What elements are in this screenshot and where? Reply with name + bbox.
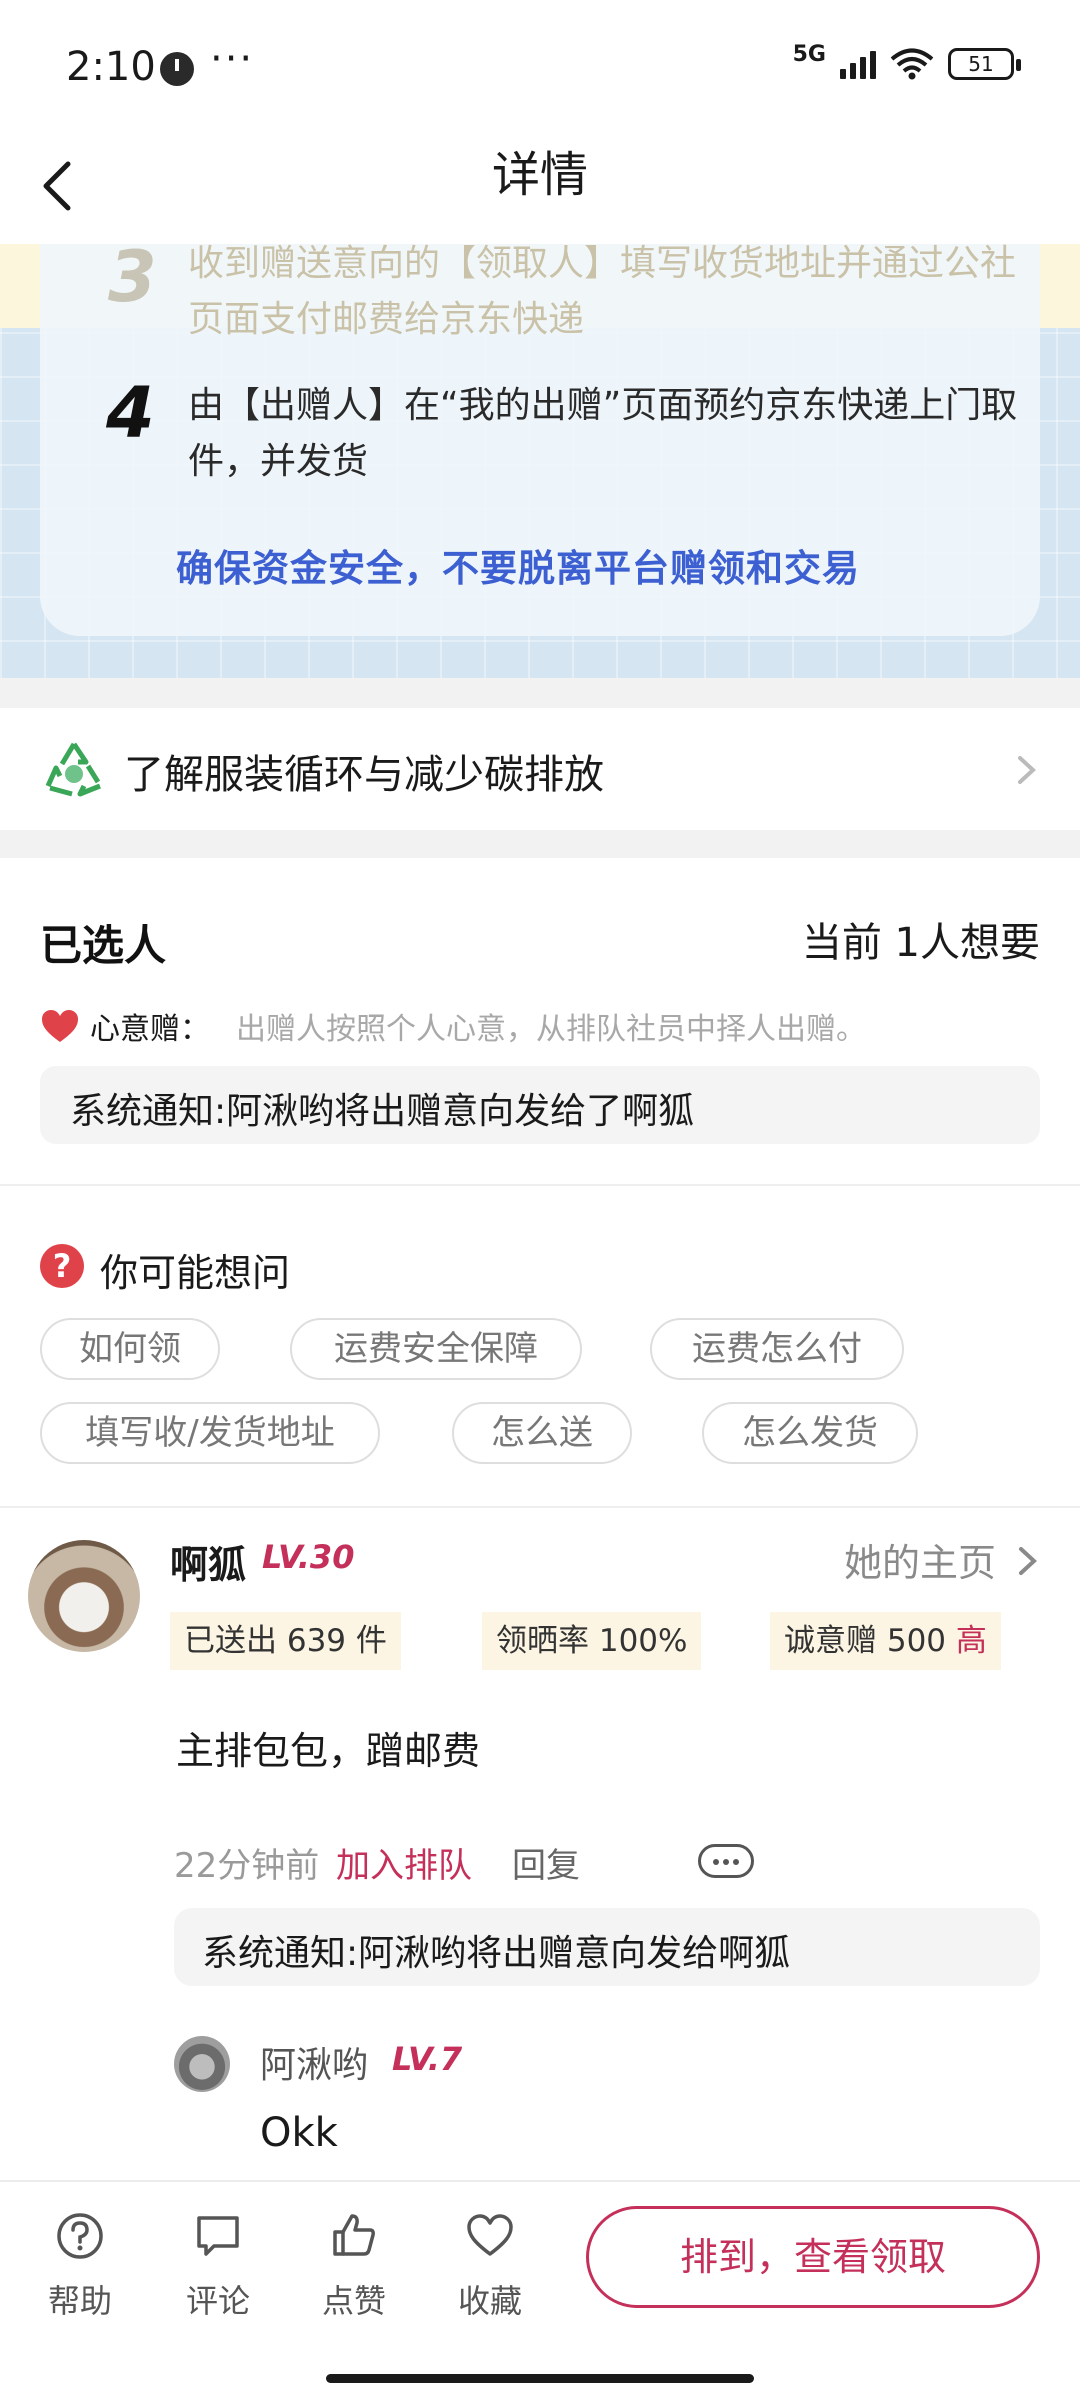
comment-text: 主排包包，蹭邮费 (176, 1729, 481, 1773)
faq-tag[interactable]: 如何领 (40, 1318, 220, 1380)
profile-link[interactable]: 她的主页 (844, 1532, 996, 1587)
more-options-icon[interactable] (698, 1844, 754, 1878)
view-claim-button[interactable]: 排到，查看领取 (586, 2206, 1040, 2308)
comment-button[interactable]: 评论 (168, 2210, 268, 2322)
eco-link-row[interactable]: 了解服装循环与减少碳排放 (0, 708, 1080, 830)
favorite-label: 收藏 (457, 2282, 522, 2320)
help-icon (57, 2213, 103, 2259)
like-label: 点赞 (321, 2282, 386, 2320)
status-time: 2:10 (66, 44, 156, 90)
gift-type-label: 心意赠： (90, 1012, 210, 1047)
question-icon: ? (40, 1244, 84, 1288)
heart-outline-icon (467, 2214, 513, 2256)
signal-icon (840, 49, 876, 79)
reply-button[interactable]: 回复 (512, 1838, 580, 1887)
stat-text: 领晒率 100% (496, 1623, 688, 1659)
avatar[interactable] (28, 1540, 140, 1652)
home-indicator[interactable] (326, 2374, 754, 2383)
wifi-icon (890, 48, 934, 80)
reply-text: Okk (260, 2110, 338, 2156)
reply-author-level: LV.7 (392, 2040, 463, 2078)
wanted-count: 当前 1人想要 (801, 920, 1040, 966)
stat-badge: 领晒率 100% (482, 1612, 702, 1670)
steps-panel: 3 收到赠送意向的【领取人】填写收货地址并通过公社页面支付邮费给京东快递 4 由… (0, 244, 1080, 678)
comment-system-notice: 系统通知:阿湫哟将出赠意向发给啊狐 (174, 1908, 1040, 1986)
stat-badge: 诚意赠 500 高 (770, 1612, 1001, 1670)
recycle-icon (45, 742, 101, 797)
join-queue-link[interactable]: 加入排队 (336, 1838, 472, 1887)
help-button[interactable]: 帮助 (30, 2210, 130, 2322)
screen: 2:10 ··· 5G 51 详情 3 收到赠送意向的【领取人】填写收货地址并通… (0, 0, 1080, 2400)
gift-type-description: 出赠人按照个人心意，从排队社员中择人出赠。 (236, 1012, 866, 1047)
stat-text: 已送出 639 件 (184, 1623, 387, 1659)
step-3-number: 3 (108, 244, 157, 318)
stat-badge: 已送出 639 件 (170, 1612, 401, 1670)
chevron-right-icon (1018, 756, 1036, 784)
favorite-button[interactable]: 收藏 (440, 2210, 540, 2322)
commenter-name[interactable]: 啊狐 (170, 1534, 246, 1589)
like-button[interactable]: 点赞 (304, 2210, 404, 2322)
reply-avatar[interactable] (174, 2036, 230, 2092)
eco-link-label: 了解服装循环与减少碳排放 (124, 752, 604, 798)
faq-title: 你可能想问 (100, 1251, 291, 1295)
section-gap (0, 678, 1080, 708)
step-4-number: 4 (106, 372, 155, 454)
comment-icon (197, 2216, 239, 2256)
step-3-text: 收到赠送意向的【领取人】填写收货地址并通过公社页面支付邮费给京东快递 (188, 244, 1017, 340)
faq-tag[interactable]: 怎么发货 (702, 1402, 918, 1464)
selected-section: 已选人 当前 1人想要 心意赠： 出赠人按照个人心意，从排队社员中择人出赠。 系… (0, 858, 1080, 1184)
page-title: 详情 (491, 147, 588, 203)
heart-icon (42, 1010, 78, 1042)
battery-icon: 51 (948, 48, 1021, 80)
system-notice-text: 系统通知:阿湫哟将出赠意向发给了啊狐 (70, 1091, 695, 1132)
stat-high-label: 高 (955, 1623, 987, 1659)
step-4-text: 由【出赠人】在“我的出赠”页面预约京东快递上门取件，并发货 (188, 385, 1018, 482)
faq-section: ? 你可能想问 如何领 运费安全保障 运费怎么付 填写收/发货地址 怎么送 怎么… (0, 1186, 1080, 1506)
status-bar: 2:10 ··· 5G 51 (0, 0, 1080, 140)
status-indicators: 5G 51 (793, 42, 1021, 80)
network-type: 5G (792, 41, 826, 67)
alarm-icon (160, 52, 194, 86)
section-gap (0, 830, 1080, 858)
faq-tag[interactable]: 运费安全保障 (290, 1318, 582, 1380)
comment-item: 啊狐 LV.30 她的主页 已送出 639 件 领晒率 100% 诚意赠 500… (0, 1508, 1080, 2180)
chevron-right-icon (1019, 1547, 1037, 1575)
selected-title: 已选人 (40, 921, 167, 970)
reply-author-name[interactable]: 阿湫哟 (260, 2036, 368, 2088)
commenter-level: LV.30 (262, 1538, 355, 1576)
faq-tag[interactable]: 怎么送 (452, 1402, 632, 1464)
faq-tag[interactable]: 运费怎么付 (650, 1318, 904, 1380)
system-notice: 系统通知:阿湫哟将出赠意向发给了啊狐 (40, 1066, 1040, 1144)
safety-notice: 确保资金安全，不要脱离平台赠领和交易 (176, 547, 860, 590)
faq-tag[interactable]: 填写收/发货地址 (40, 1402, 380, 1464)
comment-system-notice-text: 系统通知:阿湫哟将出赠意向发给啊狐 (202, 1933, 791, 1974)
more-notifications-icon: ··· (210, 36, 255, 82)
nav-bar: 详情 (0, 140, 1080, 244)
comment-time: 22分钟前 (174, 1846, 320, 1886)
thumbs-up-icon (333, 2214, 375, 2256)
comment-label: 评论 (185, 2282, 250, 2320)
stat-text: 诚意赠 500 (784, 1623, 956, 1659)
help-label: 帮助 (47, 2282, 112, 2320)
bottom-action-bar: 帮助 评论 点赞 收藏 排到，查看领取 (0, 2180, 1080, 2400)
